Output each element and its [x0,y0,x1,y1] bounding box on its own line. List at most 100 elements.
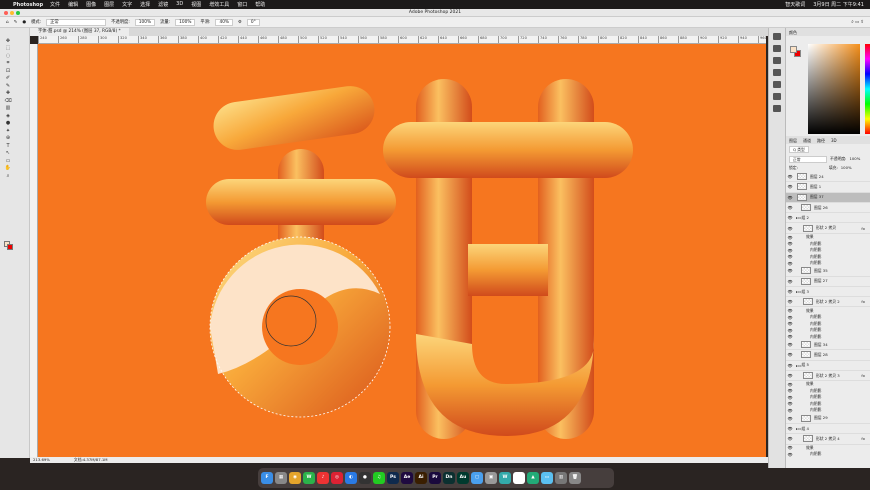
eye-icon[interactable]: 👁 [786,241,794,246]
dock-app-icon[interactable]: ◐ [345,472,357,484]
tool-icon[interactable]: ✚ [4,90,12,96]
tool-icon[interactable]: ▥ [4,105,12,111]
menu-item[interactable]: 3D [176,1,183,8]
tool-icon[interactable]: ✋ [4,165,12,171]
eye-icon[interactable]: 👁 [786,205,794,210]
layer-filter[interactable]: Q 类型 [789,146,809,153]
dock-app-icon[interactable]: ▦ [275,472,287,484]
layer-row[interactable]: 👁 ▸▭ 组 5 [786,361,870,371]
layer-row[interactable]: 👁 形状 2 拷贝 4 fx [786,434,870,445]
layer-row[interactable]: 👁 图层 29 [786,414,870,424]
eye-icon[interactable]: 👁 [786,328,794,333]
menu-item[interactable]: 帮助 [255,1,265,8]
gear-icon[interactable]: ⚙ [238,20,242,25]
layer-row[interactable]: 👁 形状 2 拷贝 2 fx [786,297,870,308]
eye-icon[interactable]: 👁 [786,416,794,421]
dock-app-icon[interactable]: Pr [429,472,441,484]
tool-icon[interactable]: ✐ [4,75,12,81]
eye-icon[interactable]: 👁 [786,226,794,231]
clone-source-icon[interactable] [773,57,781,64]
eye-icon[interactable]: 👁 [786,261,794,266]
layer-opacity-field[interactable]: 100% [849,156,860,163]
eye-icon[interactable]: 👁 [786,395,794,400]
menu-item[interactable]: 编辑 [68,1,78,8]
layer-row[interactable]: 👁 图层 35 [786,266,870,277]
tab-panel[interactable]: 路径 [817,138,825,143]
flow-field[interactable]: 100% [175,18,196,26]
dock-app-icon[interactable]: ▣ [485,472,497,484]
eye-icon[interactable]: 👁 [786,352,794,357]
hue-slider[interactable] [865,44,870,134]
dock-app-icon[interactable]: Ae [401,472,413,484]
layer-row[interactable]: 👁 图层 24 [786,172,870,183]
eye-icon[interactable]: 👁 [786,382,794,387]
eye-icon[interactable]: 👁 [786,254,794,259]
tool-icon[interactable]: ⊕ [4,135,12,141]
tool-icon[interactable]: ↖ [4,150,12,156]
tool-icon[interactable]: ▭ [4,158,12,164]
eye-icon[interactable]: 👁 [786,248,794,253]
tab-layers[interactable]: 图层 [789,138,797,143]
layer-row[interactable]: 👁 图层 28 [786,350,870,361]
tool-icon[interactable]: ● [4,120,12,126]
close-button[interactable] [4,11,8,15]
eye-icon[interactable]: 👁 [786,315,794,320]
menu-item[interactable]: 增效工具 [209,1,229,8]
tool-icon[interactable]: T [4,143,12,149]
eye-icon[interactable]: 👁 [786,279,794,284]
eye-icon[interactable]: 👁 [786,195,794,200]
dock-app-icon[interactable]: ◉ [289,472,301,484]
menu-item[interactable]: 窗口 [237,1,247,8]
dock-app-icon[interactable]: ♪ [317,472,329,484]
menu-item[interactable]: 视图 [191,1,201,8]
app-menu[interactable]: Photoshop [13,2,43,8]
smooth-field[interactable]: 40% [215,18,234,26]
dock-app-icon[interactable]: ▥ [555,472,567,484]
layer-row[interactable]: 👁 图层 1 [786,182,870,193]
eye-icon[interactable]: 👁 [786,363,794,368]
tab-panel[interactable]: 通道 [803,138,811,143]
tool-icon[interactable]: ⊡ [4,68,12,74]
dock-app-icon[interactable]: ♫ [373,472,385,484]
blend-mode-select[interactable]: 正常 [789,156,827,163]
home-icon[interactable]: ⌂ [6,20,9,25]
eye-icon[interactable]: 👁 [786,268,794,273]
properties-icon[interactable] [773,93,781,100]
layer-row[interactable]: 👁 ▸▭ 组 3 [786,287,870,298]
opacity-field[interactable]: 100% [134,18,156,26]
tool-icon[interactable]: ⌕ [4,173,12,179]
brush-preset-icon[interactable]: ● [22,20,26,25]
dock-app-icon[interactable]: W [499,472,511,484]
tool-icon[interactable]: ◈ [4,113,12,119]
eye-icon[interactable]: 👁 [786,401,794,406]
document-tab[interactable]: 字体-甜.psd @ 214% (图层 37, RGB/8) * [30,28,129,36]
zoom-button[interactable] [16,11,20,15]
tab-color[interactable]: 颜色 [789,30,797,35]
tool-icon[interactable]: ◌ [4,53,12,59]
angle-field[interactable]: 0° [246,18,260,26]
dock-app-icon[interactable]: F [261,472,273,484]
menu-item[interactable]: 文字 [122,1,132,8]
eye-icon[interactable]: 👁 [786,184,794,189]
zoom-level[interactable]: 213.69% [33,457,50,463]
adjustments-icon[interactable] [773,105,781,112]
menu-item[interactable]: 图层 [104,1,114,8]
dock-app-icon[interactable]: ◔ [513,472,525,484]
tool-icon[interactable]: ⌫ [4,98,12,104]
eye-icon[interactable]: 👁 [786,408,794,413]
layer-row[interactable]: 👁 形状 2 拷贝 fx [786,223,870,234]
tool-icon[interactable]: ✥ [4,38,12,44]
eye-icon[interactable]: 👁 [786,321,794,326]
dock-app-icon[interactable]: Ps [387,472,399,484]
paragraph-icon[interactable] [773,81,781,88]
dock-app-icon[interactable]: W [303,472,315,484]
eye-icon[interactable]: 👁 [786,289,794,294]
layer-row[interactable]: 👁 图层 26 [786,203,870,214]
eye-icon[interactable]: 👁 [786,308,794,313]
minimize-button[interactable] [10,11,14,15]
eye-icon[interactable]: 👁 [786,334,794,339]
menu-item[interactable]: 文件 [50,1,60,8]
menu-item[interactable]: 图像 [86,1,96,8]
tool-icon[interactable]: ⌗ [4,60,12,66]
dock-app-icon[interactable]: ◎ [331,472,343,484]
